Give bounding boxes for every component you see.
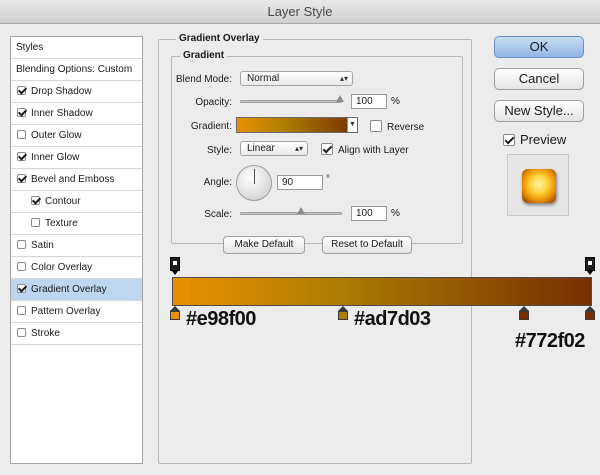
style-item-satin[interactable]: Satin (11, 235, 142, 257)
reverse-label: Reverse (387, 122, 425, 133)
style-item-inner-glow[interactable]: Inner Glow (11, 147, 142, 169)
cancel-button[interactable]: Cancel (494, 68, 584, 90)
align-with-layer-option[interactable]: Align with Layer (321, 143, 409, 156)
checkbox-contour[interactable] (31, 196, 40, 205)
align-with-layer-checkbox[interactable] (321, 143, 333, 155)
style-preview (507, 154, 569, 216)
style-item-inner-shadow[interactable]: Inner Shadow (11, 103, 142, 125)
chevron-down-icon[interactable]: ▼ (347, 118, 357, 132)
scale-input[interactable]: 100 (351, 206, 387, 221)
scale-slider-thumb[interactable] (297, 207, 305, 214)
gradient-style-select[interactable]: Linear ▴▾ (240, 141, 308, 156)
style-item-color-overlay[interactable]: Color Overlay (11, 257, 142, 279)
stop-color-label: #e98f00 (186, 308, 256, 330)
reset-to-default-button[interactable]: Reset to Default (322, 236, 412, 254)
gradient-picker[interactable]: ▼ (236, 117, 358, 133)
reverse-checkbox[interactable] (370, 120, 382, 132)
styles-list: Styles Blending Options: Custom Drop Sha… (10, 36, 143, 464)
angle-unit: ° (326, 174, 330, 185)
styles-header-label: Styles (16, 42, 44, 53)
style-label: Style: (206, 145, 232, 156)
checkbox-satin[interactable] (17, 240, 26, 249)
scale-unit: % (391, 208, 400, 219)
style-item-pattern-overlay[interactable]: Pattern Overlay (11, 301, 142, 323)
opacity-unit: % (391, 96, 400, 107)
opacity-slider-thumb[interactable] (336, 95, 344, 102)
style-item-label: Inner Glow (31, 152, 80, 163)
angle-input[interactable]: 90 (277, 175, 323, 190)
checkbox-texture[interactable] (31, 218, 40, 227)
align-with-layer-label: Align with Layer (338, 145, 409, 156)
angle-needle (254, 169, 255, 184)
style-item-bevel-emboss[interactable]: Bevel and Emboss (11, 169, 142, 191)
gradient-label: Gradient: (190, 121, 232, 132)
blend-mode-value: Normal (247, 73, 280, 84)
gradient-style-value: Linear (247, 143, 275, 154)
style-item-blending-options[interactable]: Blending Options: Custom (11, 59, 142, 81)
color-stop-icon[interactable] (585, 306, 595, 320)
stop-color-label: #ad7d03 (354, 308, 431, 330)
color-stop-icon[interactable] (170, 306, 180, 320)
checkbox-outer-glow[interactable] (17, 130, 26, 139)
style-item-label: Texture (45, 218, 78, 229)
style-item-stroke[interactable]: Stroke (11, 323, 142, 345)
style-item-drop-shadow[interactable]: Drop Shadow (11, 81, 142, 103)
opacity-slider[interactable] (240, 100, 342, 103)
checkbox-color-overlay[interactable] (17, 262, 26, 271)
new-style-button[interactable]: New Style... (494, 100, 584, 122)
blend-mode-select[interactable]: Normal ▴▾ (240, 71, 353, 86)
checkbox-inner-glow[interactable] (17, 152, 26, 161)
preview-label: Preview (520, 132, 567, 147)
stop-color-label: #772f02 (515, 330, 585, 352)
chevron-up-down-icon: ▴▾ (339, 74, 348, 83)
style-item-outer-glow[interactable]: Outer Glow (11, 125, 142, 147)
checkbox-pattern-overlay[interactable] (17, 306, 26, 315)
style-item-gradient-overlay[interactable]: Gradient Overlay (11, 279, 142, 301)
preview-option[interactable]: Preview (503, 132, 566, 147)
style-item-label: Drop Shadow (31, 86, 92, 97)
ok-button[interactable]: OK (494, 36, 584, 58)
blend-mode-label: Blend Mode: (175, 74, 232, 85)
styles-header[interactable]: Styles (11, 37, 142, 59)
checkbox-inner-shadow[interactable] (17, 108, 26, 117)
style-item-contour[interactable]: Contour (11, 191, 142, 213)
opacity-input[interactable]: 100 (351, 94, 387, 109)
reverse-option[interactable]: Reverse (370, 120, 424, 133)
style-item-label: Bevel and Emboss (31, 174, 115, 185)
checkbox-stroke[interactable] (17, 328, 26, 337)
style-item-label: Outer Glow (31, 130, 82, 141)
chevron-up-down-icon: ▴▾ (294, 144, 303, 153)
gradient-bar[interactable] (172, 277, 592, 306)
angle-label: Angle: (203, 177, 232, 188)
checkbox-drop-shadow[interactable] (17, 86, 26, 95)
opacity-label: Opacity: (195, 97, 232, 108)
opacity-stop-icon[interactable] (170, 257, 180, 275)
layer-style-window: Styles Blending Options: Custom Drop Sha… (0, 24, 600, 475)
make-default-button[interactable]: Make Default (223, 236, 305, 254)
preview-thumbnail (522, 169, 556, 203)
group-title: Gradient (180, 50, 228, 61)
style-item-label: Gradient Overlay (31, 284, 107, 295)
section-title: Gradient Overlay (176, 33, 263, 44)
preview-checkbox[interactable] (503, 134, 515, 146)
window-title: Layer Style (267, 4, 333, 19)
window-titlebar: Layer Style (0, 0, 600, 24)
style-item-label: Stroke (31, 328, 60, 339)
color-stop-icon[interactable] (519, 306, 529, 320)
angle-dial-icon[interactable] (236, 165, 272, 201)
style-item-label: Satin (31, 240, 54, 251)
style-item-label: Contour (45, 196, 81, 207)
style-item-label: Inner Shadow (31, 108, 93, 119)
scale-label: Scale: (204, 209, 232, 220)
checkbox-bevel-emboss[interactable] (17, 174, 26, 183)
style-item-label: Blending Options: Custom (16, 64, 133, 75)
scale-slider[interactable] (240, 212, 342, 215)
style-item-label: Color Overlay (31, 262, 93, 273)
style-item-texture[interactable]: Texture (11, 213, 142, 235)
color-stop-icon[interactable] (338, 306, 348, 320)
checkbox-gradient-overlay[interactable] (17, 284, 26, 293)
opacity-stop-icon[interactable] (585, 257, 595, 275)
style-item-label: Pattern Overlay (31, 306, 101, 317)
